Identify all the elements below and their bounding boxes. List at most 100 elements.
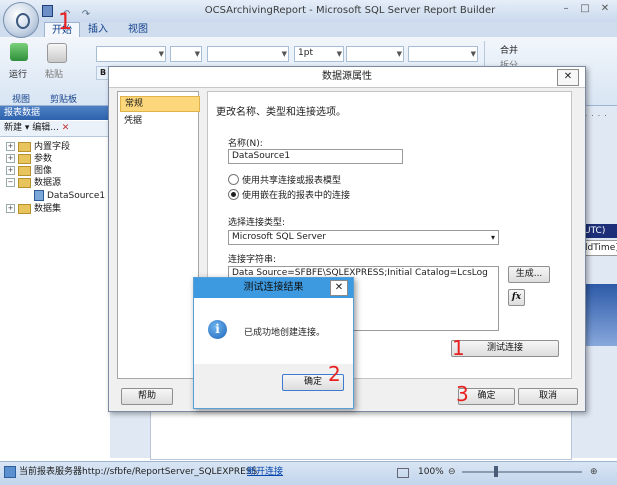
group-view-label: 视图 xyxy=(12,95,31,105)
report-data-toolbar: 新建 ▾ 编辑... ✕ xyxy=(0,121,110,137)
tab-view[interactable]: 视图 xyxy=(122,22,154,37)
tree-item-data-sources[interactable]: − 数据源 xyxy=(6,177,61,189)
dialog-title: 数据源属性 xyxy=(109,67,585,88)
zoom-in-icon[interactable]: ⊕ xyxy=(590,462,598,482)
annotation-3: 3 xyxy=(456,382,469,406)
tree-item-builtin-fields[interactable]: + 内置字段 xyxy=(6,141,70,153)
tree-item-label: 参数 xyxy=(34,154,53,164)
tree-item-datasets[interactable]: + 数据集 xyxy=(6,203,61,215)
connection-type-select[interactable]: Microsoft SQL Server ▾ xyxy=(228,230,499,245)
expand-icon[interactable]: + xyxy=(6,142,15,151)
border-width-combo[interactable]: 1pt ▼ xyxy=(294,46,344,62)
font-name-combo[interactable]: ▼ xyxy=(96,46,166,62)
table-cell-fragment[interactable]: ldTime] xyxy=(584,240,617,256)
expand-icon[interactable]: + xyxy=(6,154,15,163)
tree-item-images[interactable]: + 图像 xyxy=(6,165,52,177)
test-result-dialog: 测试连接结果 ✕ i 已成功地创建连接。 确定 xyxy=(193,277,354,409)
border-color-combo[interactable]: ▼ xyxy=(346,46,404,62)
tree-item-label: 数据源 xyxy=(34,178,62,188)
report-data-panel-title: 报表数据 xyxy=(0,106,114,120)
edit-button[interactable]: 编辑... xyxy=(32,123,59,133)
run-icon[interactable] xyxy=(10,43,28,61)
server-icon xyxy=(4,466,16,478)
server-label: 当前报表服务器 xyxy=(19,467,83,477)
tree-item-label: 数据集 xyxy=(34,204,62,214)
close-icon[interactable]: ✕ xyxy=(330,280,348,296)
radio-shared-connection[interactable] xyxy=(228,174,239,185)
dialog-heading: 更改名称、类型和连接选项。 xyxy=(216,107,346,118)
expand-icon[interactable]: + xyxy=(6,204,15,213)
expand-icon[interactable]: + xyxy=(6,166,15,175)
connection-string-label: 连接字符串: xyxy=(228,255,277,265)
datasource-icon xyxy=(34,190,44,201)
minimize-icon[interactable]: – xyxy=(559,3,573,16)
zoom-level: 100% xyxy=(418,467,444,477)
build-button[interactable]: 生成... xyxy=(508,266,550,283)
test-dialog-body: i 已成功地创建连接。 xyxy=(194,298,353,364)
radio-embedded-connection[interactable] xyxy=(228,189,239,200)
nav-general[interactable]: 常规 xyxy=(120,96,200,112)
folder-icon xyxy=(18,141,31,152)
folder-icon xyxy=(18,153,31,164)
font-size-combo[interactable]: ▼ xyxy=(170,46,202,62)
zoom-slider-track[interactable] xyxy=(462,471,582,473)
name-label: 名称(N): xyxy=(228,139,263,149)
delete-icon[interactable]: ✕ xyxy=(62,123,70,133)
success-message: 已成功地创建连接。 xyxy=(244,328,326,338)
test-connection-button[interactable]: 测试连接 xyxy=(451,340,559,357)
group-clipboard-label: 剪贴板 xyxy=(50,95,78,105)
annotation-1-top: 1 xyxy=(58,10,72,35)
chevron-down-icon[interactable]: ▾ xyxy=(22,123,32,133)
paste-icon[interactable] xyxy=(47,43,67,63)
tree-item-datasource1[interactable]: DataSource1 xyxy=(34,190,105,202)
tree-item-label: DataSource1 xyxy=(47,191,106,201)
folder-icon xyxy=(18,165,31,176)
radio-embedded-label[interactable]: 使用嵌在我的报表中的连接 xyxy=(242,188,350,201)
redo-icon[interactable]: ↷ xyxy=(82,9,93,20)
tree-item-label: 图像 xyxy=(34,166,53,176)
open-folder-icon xyxy=(18,177,31,188)
type-label: 选择连接类型: xyxy=(228,218,286,228)
border-style-combo[interactable]: ▼ xyxy=(207,46,289,62)
report-data-tree: + 内置字段 + 参数 + 图像 − 数据源 DataSource1 + 数据集 xyxy=(0,137,110,457)
border-width-value: 1pt xyxy=(298,48,313,58)
maximize-icon[interactable]: □ xyxy=(578,3,592,16)
connection-type-value: Microsoft SQL Server xyxy=(232,232,327,242)
collapse-icon[interactable]: − xyxy=(6,178,15,187)
chart-fragment xyxy=(584,284,617,346)
tree-item-parameters[interactable]: + 参数 xyxy=(6,153,52,165)
close-window-icon[interactable]: ✕ xyxy=(598,3,612,16)
page-view-icon[interactable] xyxy=(397,468,409,478)
name-field[interactable]: DataSource1 xyxy=(228,149,403,164)
window-title: OCSArchivingReport - Microsoft SQL Serve… xyxy=(204,5,496,16)
radio-shared-label[interactable]: 使用共享连接或报表模型 xyxy=(242,173,341,186)
application-menu-button[interactable] xyxy=(3,2,39,38)
help-button[interactable]: 帮助 xyxy=(121,388,173,405)
server-url: http://sfbfe/ReportServer_SQLEXPRESS xyxy=(82,467,258,477)
tab-insert[interactable]: 插入 xyxy=(82,22,114,37)
ruler-fragment: · · · · xyxy=(585,112,608,120)
app-logo-icon xyxy=(16,13,30,29)
nav-credentials[interactable]: 凭据 xyxy=(120,114,198,128)
run-label[interactable]: 运行 xyxy=(9,67,27,80)
new-button[interactable]: 新建 xyxy=(4,123,22,133)
disconnect-link[interactable]: 断开连接 xyxy=(247,462,283,482)
annotation-1: 1 xyxy=(452,336,465,360)
info-icon: i xyxy=(208,320,227,339)
table-header-fragment: UTC) xyxy=(584,224,617,238)
folder-icon xyxy=(18,203,31,214)
chevron-down-icon[interactable]: ▾ xyxy=(491,231,495,244)
cancel-button[interactable]: 取消 xyxy=(518,388,578,405)
paste-label: 粘贴 xyxy=(45,70,64,80)
tree-item-label: 内置字段 xyxy=(34,142,71,152)
dialog-nav: 常规 凭据 xyxy=(117,91,200,379)
alignment-combo[interactable]: ▼ xyxy=(408,46,478,62)
close-icon[interactable]: ✕ xyxy=(557,69,579,86)
annotation-2: 2 xyxy=(328,362,341,386)
zoom-slider-thumb[interactable] xyxy=(494,466,498,477)
zoom-out-icon[interactable]: ⊖ xyxy=(448,462,456,482)
expression-button[interactable]: fx xyxy=(508,289,525,306)
status-bar: 当前报表服务器 http://sfbfe/ReportServer_SQLEXP… xyxy=(0,461,617,485)
merge-label[interactable]: 合并 xyxy=(500,43,518,56)
save-icon[interactable] xyxy=(42,5,53,17)
